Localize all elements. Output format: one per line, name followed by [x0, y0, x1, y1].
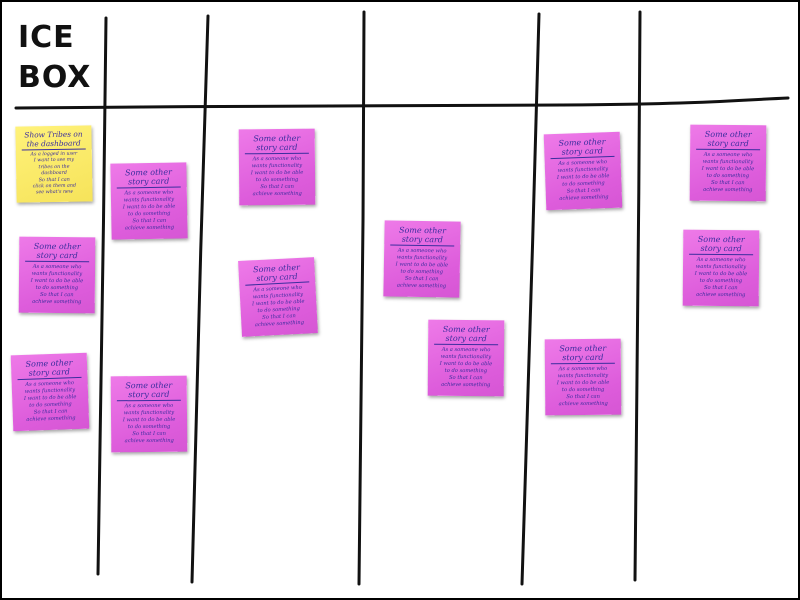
story-card-title: Some other story card — [696, 129, 761, 151]
story-card[interactable]: Some other story card As a someone who w… — [110, 162, 188, 240]
story-card-title: Some other story card — [116, 380, 181, 402]
story-card[interactable]: Some other story card As a someone who w… — [10, 352, 90, 432]
story-card-title: Some other story card — [25, 241, 90, 263]
story-card-title: Some other story card — [390, 225, 455, 247]
board-grid-lines — [14, 10, 790, 586]
story-card[interactable]: Some other story card As a someone who w… — [689, 124, 767, 202]
story-card[interactable]: Some other story card As a someone who w… — [238, 257, 318, 337]
column-divider-3 — [357, 10, 366, 586]
story-card-title: Some other story card — [244, 262, 310, 286]
story-board: ICE BOX Show Tribes on the dashboard As … — [2, 2, 798, 598]
story-card[interactable]: Some other story card As a someone who w… — [110, 375, 188, 453]
story-card-body: As a someone who wants functionality I w… — [694, 256, 748, 299]
story-card-body: As a someone who wants functionality I w… — [395, 247, 449, 290]
story-card-title: Some other story card — [550, 343, 615, 365]
story-card-body: As a someone who wants functionality I w… — [251, 284, 305, 329]
story-card-body: As a someone who wants functionality I w… — [23, 380, 77, 423]
story-card-body: As a someone who wants functionality I w… — [30, 263, 84, 306]
column-divider-1 — [96, 16, 108, 576]
story-card-title: Some other story card — [689, 234, 754, 256]
icebox-title: ICE BOX — [18, 18, 91, 98]
story-card-body: As a someone who wants functionality I w… — [556, 159, 610, 202]
story-card-body: As a someone who wants functionality I w… — [701, 151, 755, 194]
story-card-body: As a someone who wants functionality I w… — [250, 155, 304, 198]
story-card-title: Some other story card — [244, 133, 309, 155]
story-card-body: As a someone who wants functionality I w… — [556, 365, 610, 408]
story-card-title: Some other story card — [434, 324, 499, 346]
story-card[interactable]: Some other story card As a someone who w… — [238, 128, 316, 206]
story-card[interactable]: Some other story card As a someone who w… — [427, 319, 505, 397]
story-card-body: As a someone who wants functionality I w… — [122, 402, 176, 445]
column-divider-5 — [633, 10, 642, 582]
story-card-title: Some other story card — [16, 357, 82, 381]
column-divider-2 — [190, 14, 210, 584]
story-card-body: As a someone who wants functionality I w… — [439, 346, 493, 389]
story-card[interactable]: Some other story card As a someone who w… — [18, 236, 96, 314]
story-card[interactable]: Some other story card As a someone who w… — [383, 220, 461, 298]
column-divider-4 — [520, 12, 541, 586]
story-card-body: As a logged in user I want to see my tri… — [30, 151, 78, 196]
story-card[interactable]: Some other story card As a someone who w… — [544, 338, 622, 416]
icebox-title-line-1: ICE — [18, 20, 75, 55]
header-divider-line — [14, 96, 790, 110]
story-card-show-tribes[interactable]: Show Tribes on the dashboard As a logged… — [15, 125, 93, 203]
story-card-title: Some other story card — [116, 167, 181, 189]
story-card[interactable]: Some other story card As a someone who w… — [543, 131, 623, 211]
story-card[interactable]: Some other story card As a someone who w… — [682, 229, 760, 307]
story-card-title: Show Tribes on the dashboard — [21, 129, 86, 151]
story-card-title: Some other story card — [549, 136, 615, 160]
story-card-body: As a someone who wants functionality I w… — [122, 189, 176, 232]
icebox-title-line-2: BOX — [18, 60, 92, 95]
